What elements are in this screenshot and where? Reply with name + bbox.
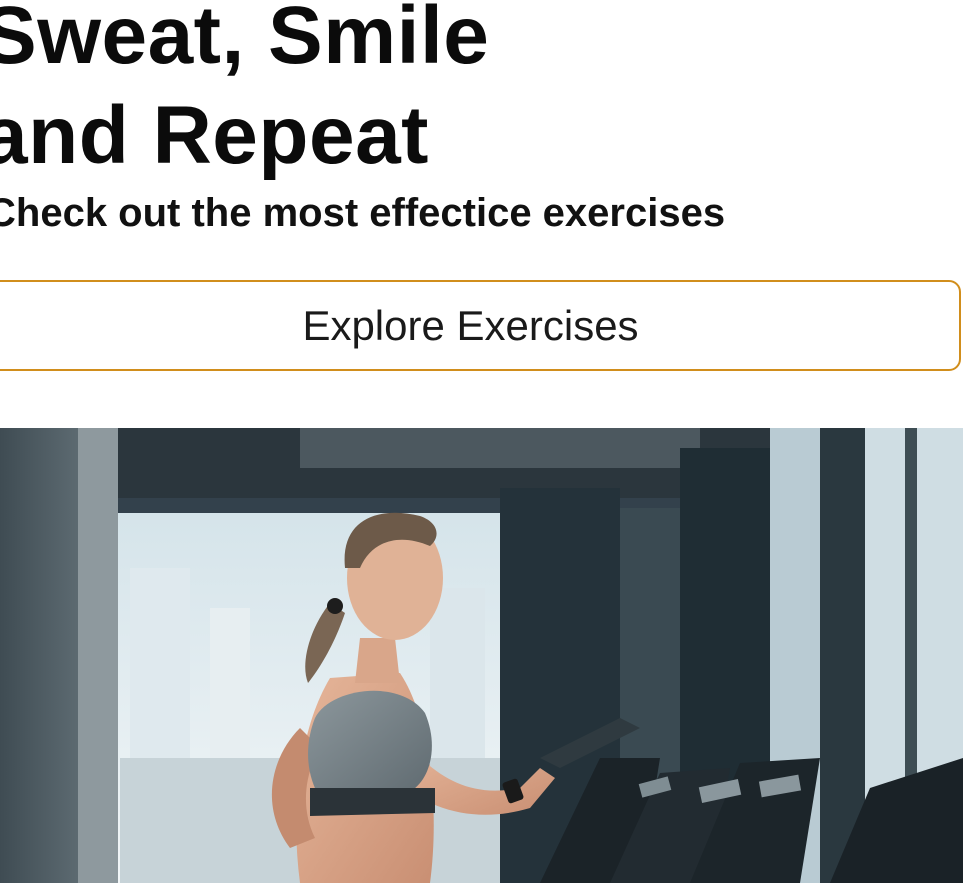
explore-exercises-button[interactable]: Explore Exercises [0, 280, 961, 371]
hero-title-line-1: Sweat, Smile [0, 0, 490, 81]
exercises-hero-section: Sweat, Smile and Repeat Check out the mo… [0, 0, 976, 883]
hero-title: Sweat, Smile and Repeat [0, 0, 489, 186]
hero-subtitle: Check out the most effectice exercises [0, 191, 726, 235]
hero-title-line-2: and Repeat [0, 90, 429, 181]
hero-image-treadmill-runner [0, 428, 963, 883]
